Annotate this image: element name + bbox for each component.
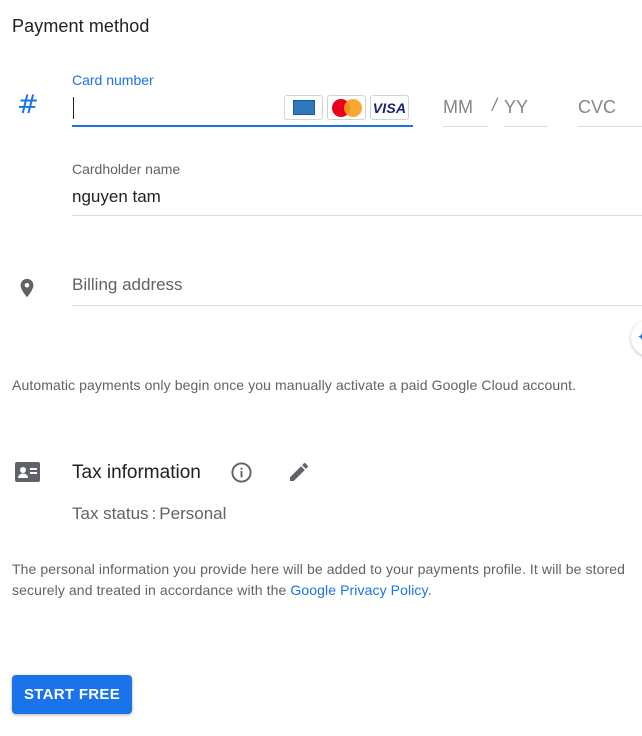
cvc-input[interactable]: CVC xyxy=(578,92,642,127)
tax-status-label: Tax status xyxy=(72,504,149,523)
section-title: Payment method xyxy=(12,16,150,36)
side-panel-button[interactable]: ✦ xyxy=(631,320,642,356)
expiry-year-input[interactable]: YY xyxy=(504,92,548,127)
cardholder-name-input[interactable]: nguyen tam xyxy=(72,182,642,216)
automatic-payments-note: Automatic payments only begin once you m… xyxy=(12,377,577,393)
card-number-input[interactable]: VISA xyxy=(72,92,413,127)
start-free-button[interactable]: START FREE xyxy=(12,675,132,714)
tax-information-title: Tax information xyxy=(72,462,201,483)
text-caret xyxy=(73,97,74,119)
id-card-icon xyxy=(14,460,41,484)
privacy-policy-link[interactable]: Google Privacy Policy xyxy=(290,582,427,598)
tax-status: Tax status: Personal xyxy=(72,504,226,524)
edit-pencil-icon[interactable] xyxy=(287,460,311,484)
privacy-notice-suffix: . xyxy=(427,582,432,598)
card-number-icon: # xyxy=(17,90,39,120)
card-brand-icons: VISA xyxy=(284,95,409,120)
privacy-notice: The personal information you provide her… xyxy=(12,559,637,601)
billing-address-input[interactable]: Billing address xyxy=(72,272,642,306)
expiry-separator: / xyxy=(492,95,498,115)
visa-icon: VISA xyxy=(370,95,409,120)
sparkle-icon: ✦ xyxy=(637,330,642,344)
tax-status-value: Personal xyxy=(159,504,227,523)
amex-icon xyxy=(284,95,323,120)
cardholder-name-label: Cardholder name xyxy=(72,161,181,177)
info-icon[interactable] xyxy=(230,461,253,484)
tax-status-separator: : xyxy=(151,504,157,523)
expiry-month-input[interactable]: MM xyxy=(443,92,488,127)
mastercard-icon xyxy=(327,95,366,120)
card-number-label: Card number xyxy=(72,72,154,88)
location-pin-icon xyxy=(16,275,38,301)
